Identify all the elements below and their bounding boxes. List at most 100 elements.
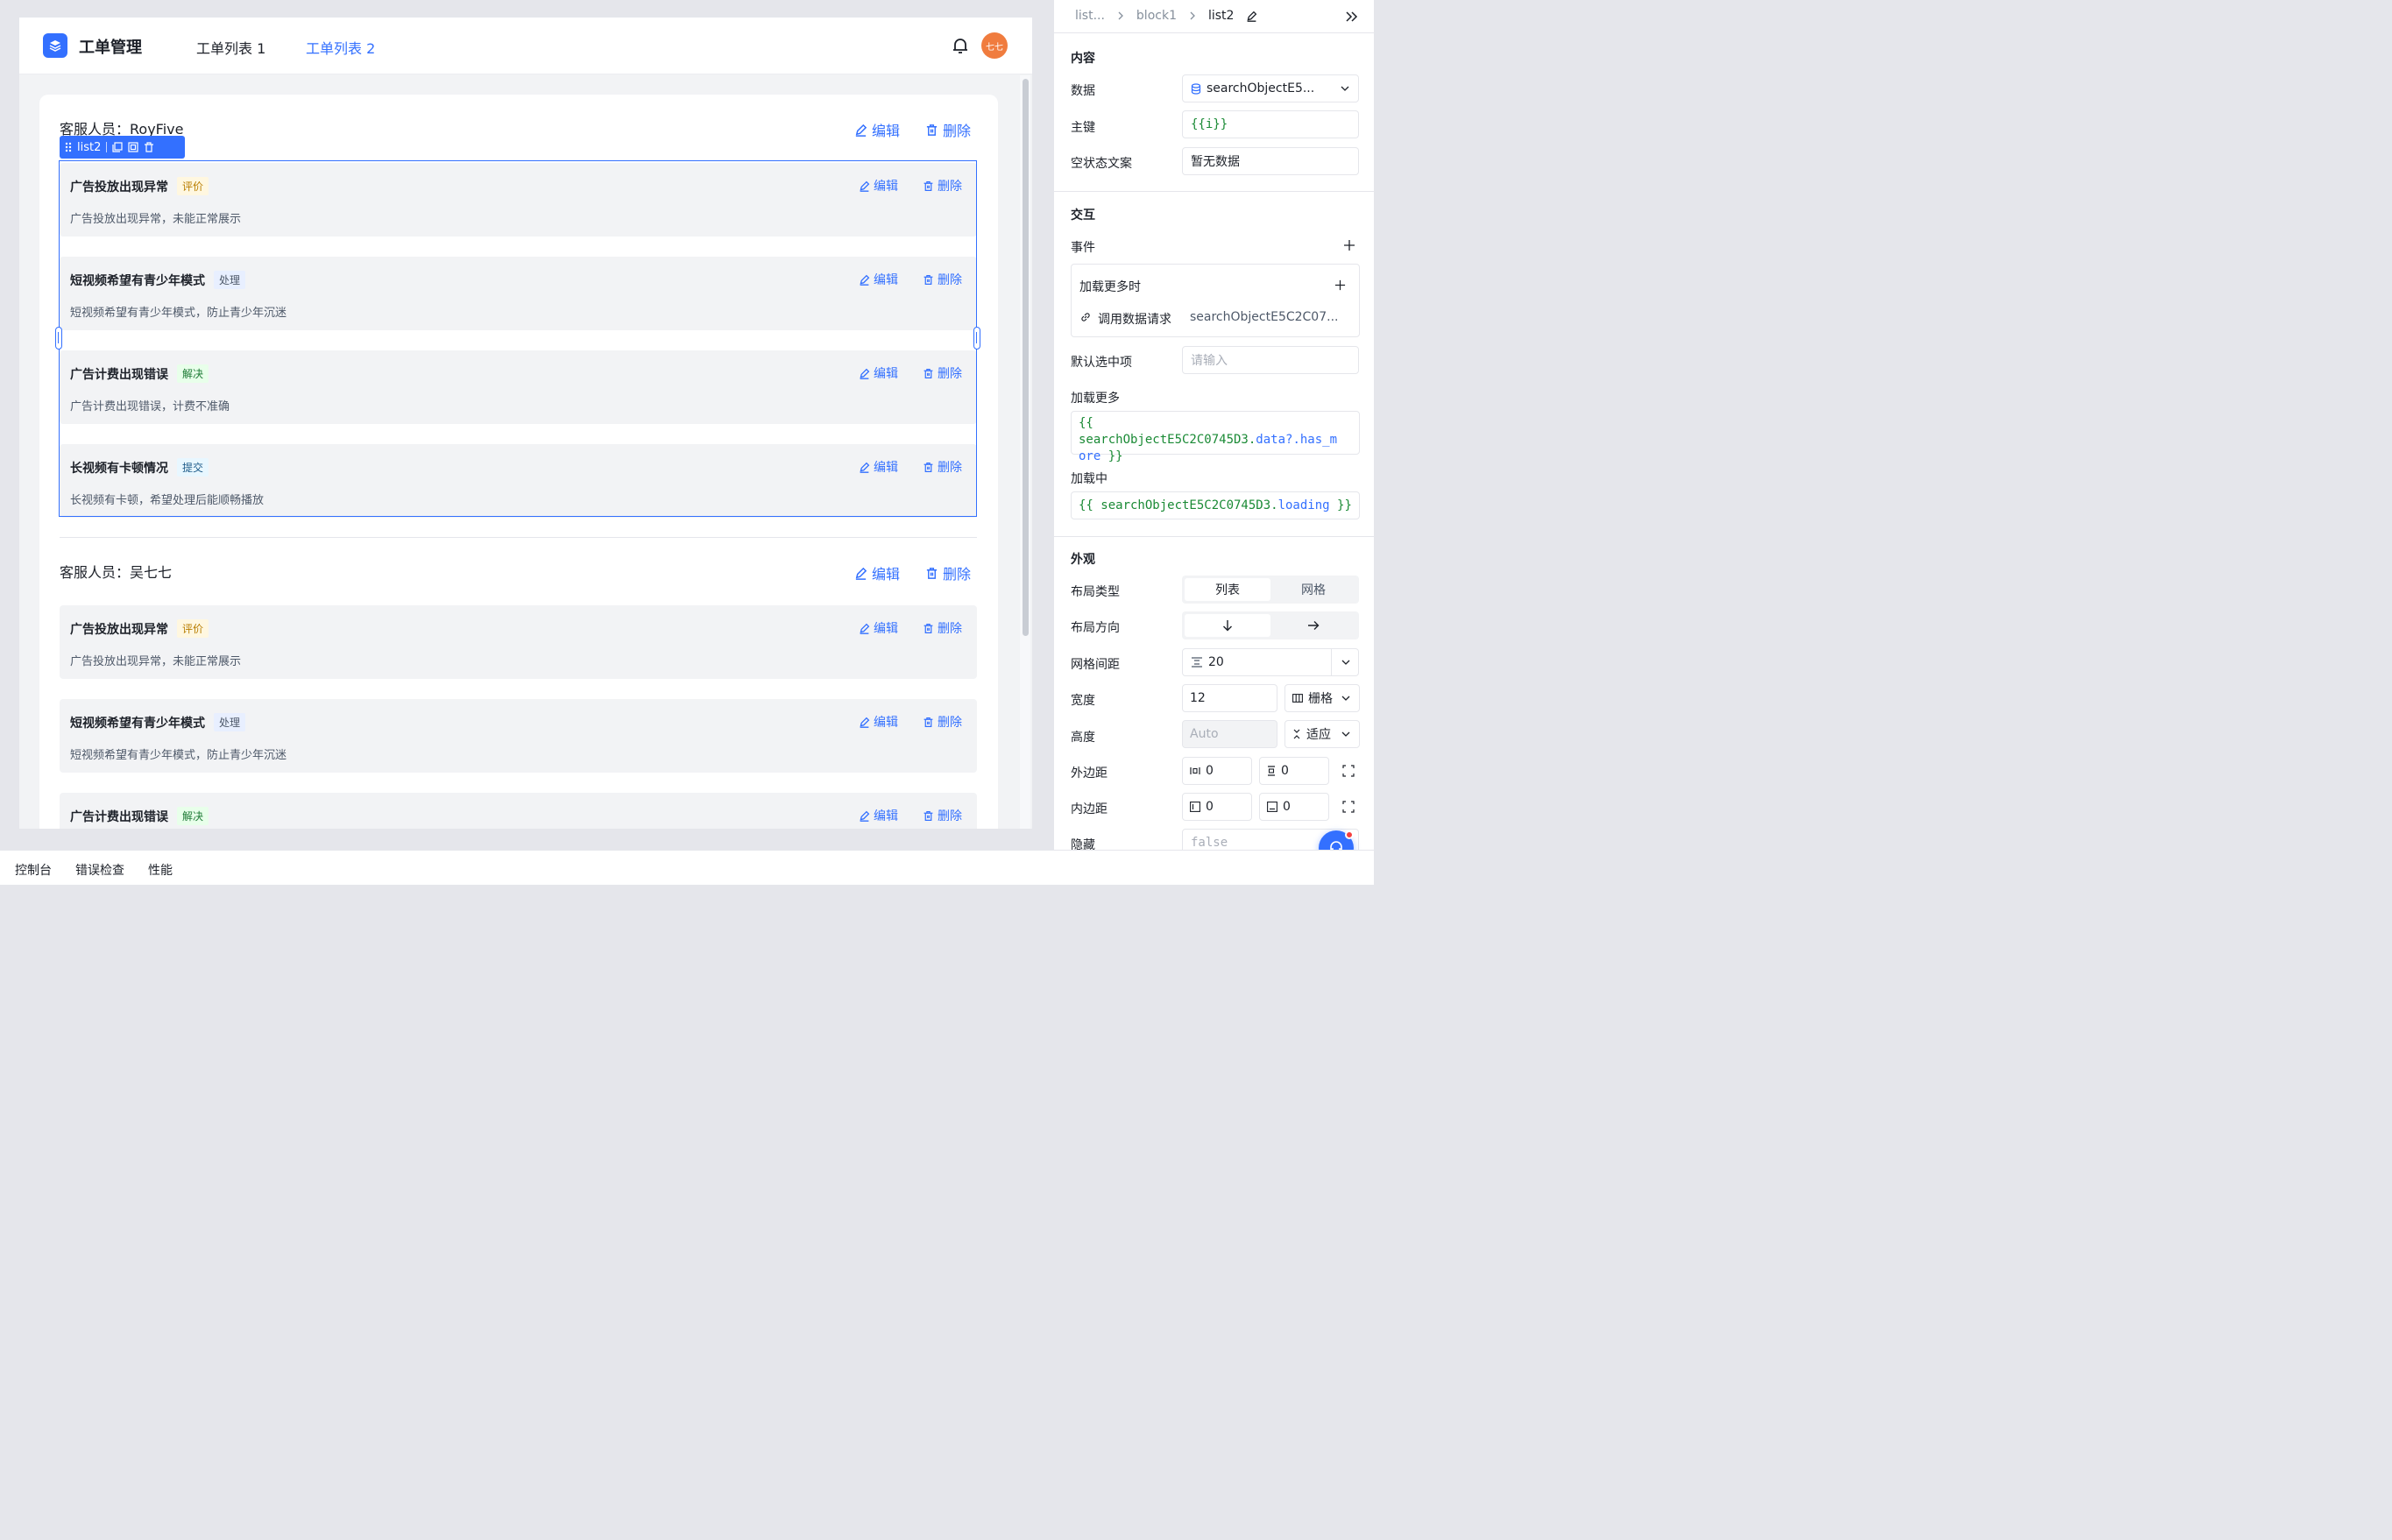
list-item[interactable]: 长视频有卡顿情况 提交 长视频有卡顿，希望处理后能顺畅播放 编辑 删除 — [60, 444, 977, 518]
nav-tab-list-2[interactable]: 工单列表 2 — [306, 37, 375, 58]
list-item[interactable]: 短视频希望有青少年模式 处理 短视频希望有青少年模式，防止青少年沉迷 编辑 删除 — [60, 257, 977, 330]
item-delete-button[interactable]: 删除 — [923, 458, 962, 476]
item-description: 短视频希望有青少年模式，防止青少年沉迷 — [70, 749, 287, 762]
list-scroll-area: 客服人员：RoyFive 编辑 删除 list2 广告投放出现异常 评价 广告投… — [19, 75, 1032, 829]
padding-vertical-value: 0 — [1283, 800, 1291, 814]
padding-vertical-icon — [1267, 802, 1277, 812]
expand-sides-icon[interactable] — [1342, 801, 1355, 813]
item-title-row: 短视频希望有青少年模式 处理 — [70, 271, 246, 289]
duplicate-icon[interactable] — [128, 142, 138, 152]
grid-gap-label: 网格间距 — [1071, 658, 1120, 672]
item-delete-button[interactable]: 删除 — [923, 364, 962, 382]
scrollbar-thumb[interactable] — [1023, 79, 1029, 636]
margin-horizontal-input[interactable]: 0 — [1182, 757, 1252, 785]
item-delete-button[interactable]: 删除 — [923, 619, 962, 637]
margin-vertical-input[interactable]: 0 — [1259, 757, 1329, 785]
tab-console[interactable]: 控制台 — [15, 861, 52, 879]
resize-handle-right[interactable] — [973, 327, 980, 350]
direction-horizontal[interactable] — [1270, 614, 1356, 637]
tab-error-check[interactable]: 错误检查 — [75, 861, 124, 879]
chevron-right-icon — [1118, 11, 1123, 20]
padding-vertical-input[interactable]: 0 — [1259, 793, 1329, 821]
edit-icon — [855, 567, 867, 580]
load-more-expression[interactable]: {{ searchObjectE5C2C0745D3.data?.has_m o… — [1071, 411, 1360, 463]
item-edit-button[interactable]: 编辑 — [859, 177, 898, 194]
status-tag: 处理 — [214, 271, 246, 289]
layout-type-list[interactable]: 列表 — [1185, 578, 1270, 601]
nav-tab-list-1[interactable]: 工单列表 1 — [196, 37, 265, 58]
trash-icon[interactable] — [144, 142, 154, 152]
grid-gap-input[interactable]: 20 — [1182, 648, 1359, 676]
copy-icon[interactable] — [112, 142, 123, 152]
layout-type-toggle: 列表 网格 — [1182, 576, 1359, 604]
collapse-panel-icon[interactable] — [1343, 9, 1361, 25]
tab-performance[interactable]: 性能 — [148, 861, 173, 879]
item-delete-button[interactable]: 删除 — [923, 177, 962, 194]
action-label: 调用数据请求 — [1098, 313, 1171, 327]
resize-handle-left[interactable] — [55, 327, 62, 350]
direction-vertical[interactable] — [1185, 614, 1270, 637]
loading-expression[interactable]: {{ searchObjectE5C2C0745D3.loading }} — [1071, 491, 1360, 519]
item-edit-button[interactable]: 编辑 — [859, 713, 898, 731]
rename-icon[interactable] — [1246, 11, 1257, 22]
layout-type-label: 布局类型 — [1071, 585, 1120, 599]
data-source-select[interactable]: searchObjectE5... — [1182, 74, 1359, 102]
item-edit-button[interactable]: 编辑 — [859, 458, 898, 476]
item-delete-button[interactable]: 删除 — [923, 807, 962, 824]
item-edit-button[interactable]: 编辑 — [859, 807, 898, 824]
item-edit-button[interactable]: 编辑 — [859, 364, 898, 382]
breadcrumb-item[interactable]: block1 — [1136, 9, 1177, 23]
breadcrumb-item[interactable]: list... — [1075, 9, 1105, 23]
group-edit-label: 编辑 — [872, 566, 901, 583]
vertical-scrollbar[interactable] — [1020, 75, 1030, 829]
layout-direction-label: 布局方向 — [1071, 621, 1120, 635]
height-label: 高度 — [1071, 731, 1095, 745]
layout-type-grid[interactable]: 网格 — [1270, 578, 1356, 601]
action-value[interactable]: searchObjectE5C2C07... — [1190, 310, 1338, 324]
add-event-icon[interactable] — [1343, 239, 1355, 251]
breadcrumb-current: list2 — [1207, 9, 1235, 23]
group-delete-label: 删除 — [943, 566, 972, 583]
code-token: }} — [1329, 498, 1352, 512]
empty-text-input[interactable]: 暂无数据 — [1182, 147, 1359, 175]
user-avatar[interactable]: 七七 — [981, 32, 1008, 59]
group-delete-button[interactable]: 删除 — [925, 562, 971, 583]
list-item[interactable]: 短视频希望有青少年模式 处理 短视频希望有青少年模式，防止青少年沉迷 编辑 删除 — [60, 699, 977, 773]
add-action-icon[interactable] — [1334, 279, 1346, 291]
default-selection-input[interactable]: 请输入 — [1182, 346, 1359, 374]
item-delete-button[interactable]: 删除 — [923, 271, 962, 288]
group-edit-button[interactable]: 编辑 — [854, 119, 900, 140]
expand-sides-icon[interactable] — [1342, 765, 1355, 777]
trash-icon — [926, 567, 938, 579]
height-mode-select[interactable]: 适应 — [1284, 720, 1360, 748]
group-delete-button[interactable]: 删除 — [925, 119, 971, 140]
list-item[interactable]: 广告投放出现异常 评价 广告投放出现异常，未能正常展示 编辑 删除 — [60, 605, 977, 679]
notification-dot — [1345, 830, 1354, 839]
link-icon — [1081, 313, 1090, 321]
chevron-down-icon[interactable] — [1341, 658, 1350, 667]
list-item[interactable]: 广告计费出现错误 解决 编辑 删除 — [60, 793, 977, 829]
panel-divider — [1054, 536, 1374, 537]
bell-icon[interactable] — [950, 35, 971, 56]
code-token: ore — [1079, 449, 1101, 463]
padding-label: 内边距 — [1071, 802, 1108, 816]
trash-icon — [924, 810, 933, 821]
margin-horizontal-icon — [1190, 767, 1200, 774]
grid-columns-icon — [1292, 694, 1303, 703]
drag-handle-icon[interactable] — [65, 142, 72, 152]
group-edit-button[interactable]: 编辑 — [854, 562, 900, 583]
list-item[interactable]: 广告投放出现异常 评价 广告投放出现异常，未能正常展示 编辑 删除 — [60, 163, 977, 237]
height-input[interactable]: Auto — [1182, 720, 1277, 748]
primary-key-input[interactable]: {{i}} — [1182, 110, 1359, 138]
item-edit-label: 编辑 — [874, 461, 898, 475]
width-unit-select[interactable]: 栅格 — [1284, 684, 1360, 712]
width-input[interactable]: 12 — [1182, 684, 1277, 712]
event-card[interactable]: 加载更多时 调用数据请求 searchObjectE5C2C07... — [1071, 264, 1360, 337]
trash-icon — [926, 124, 938, 136]
item-edit-button[interactable]: 编辑 — [859, 619, 898, 637]
item-edit-button[interactable]: 编辑 — [859, 271, 898, 288]
item-title-row: 广告计费出现错误 解决 — [70, 364, 209, 383]
padding-horizontal-input[interactable]: 0 — [1182, 793, 1252, 821]
item-delete-button[interactable]: 删除 — [923, 713, 962, 731]
list-item[interactable]: 广告计费出现错误 解决 广告计费出现错误，计费不准确 编辑 删除 — [60, 350, 977, 424]
